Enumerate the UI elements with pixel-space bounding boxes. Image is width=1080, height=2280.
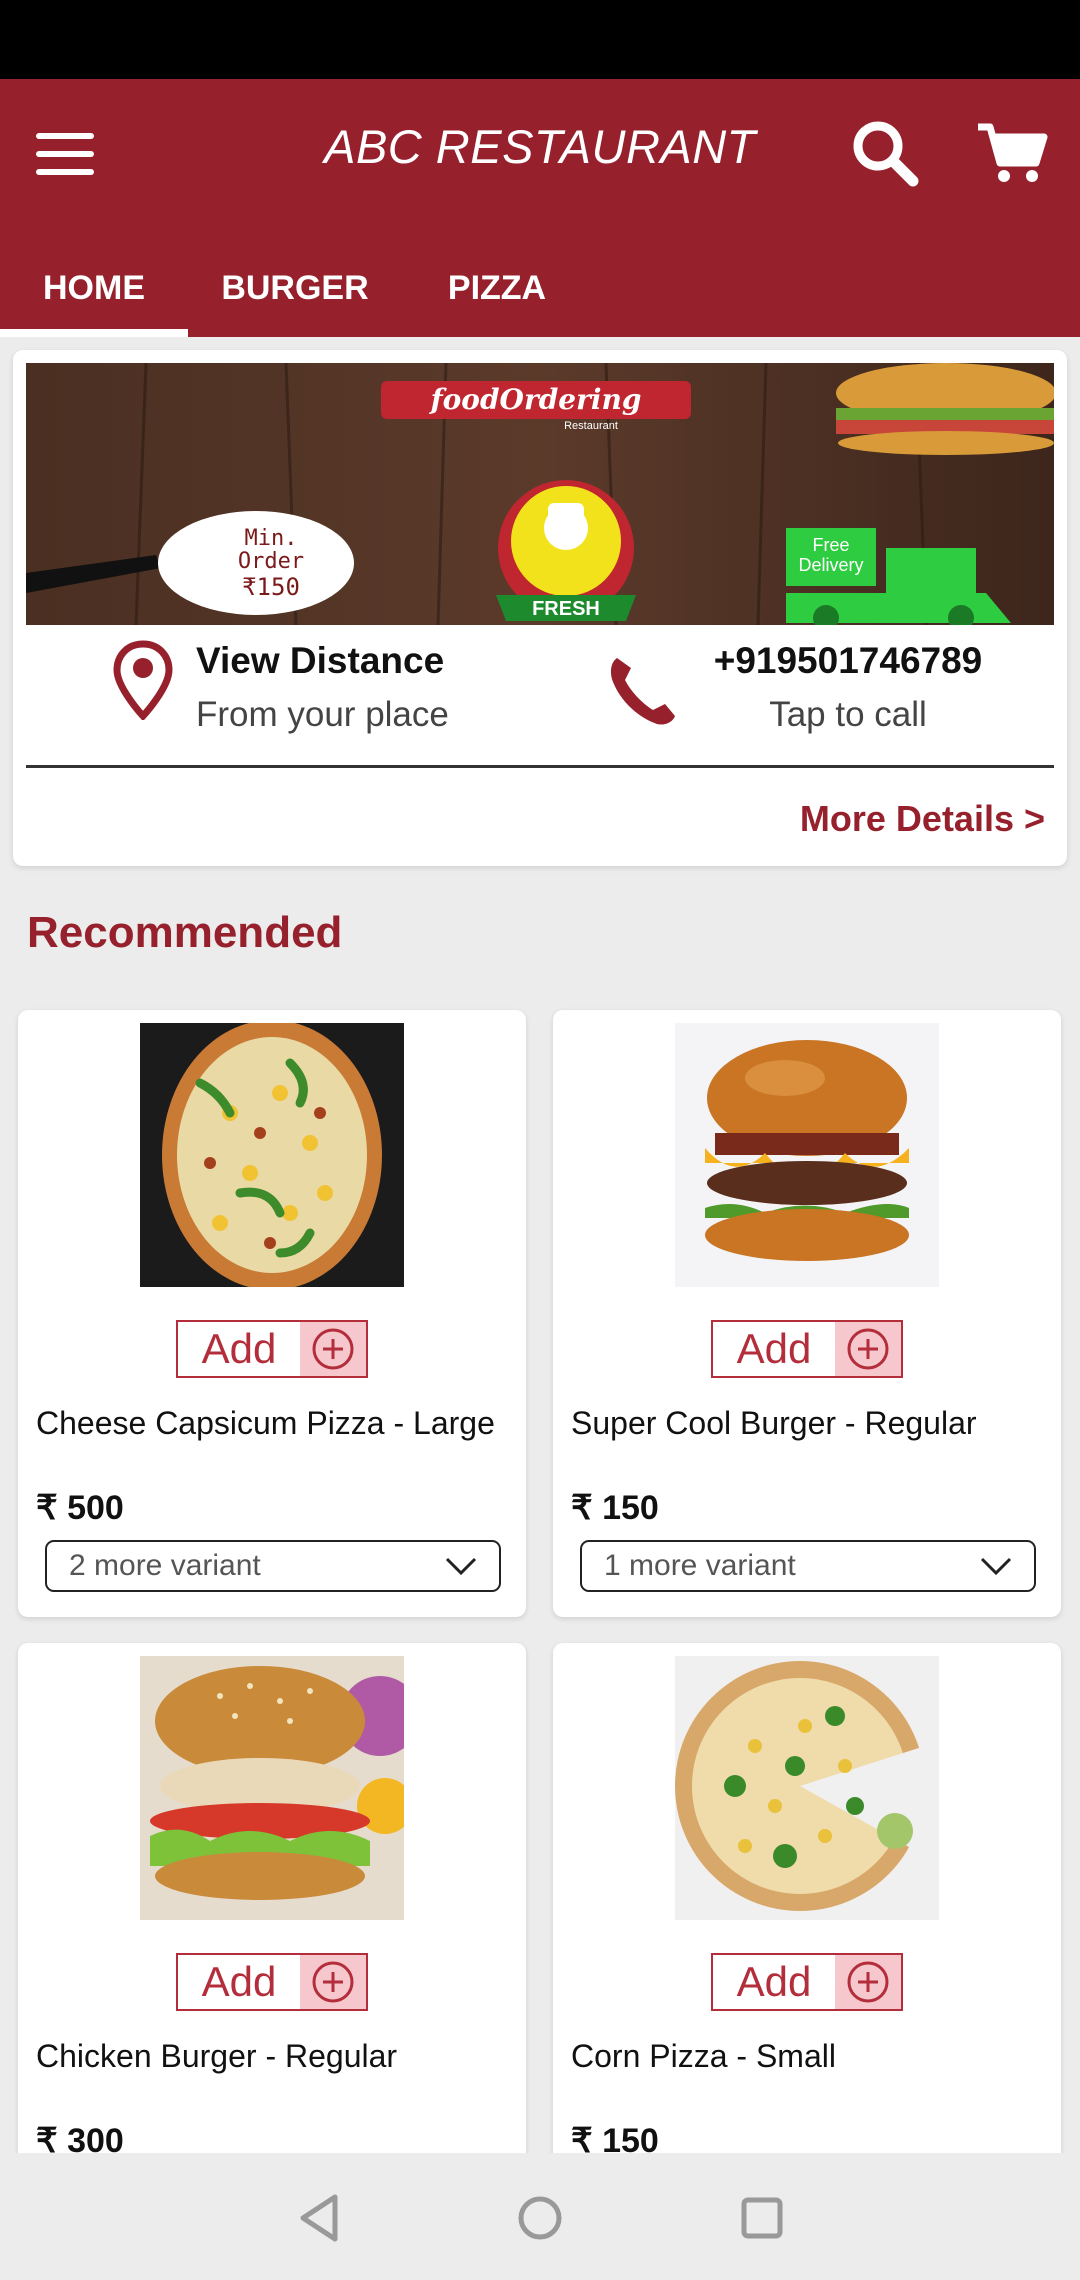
product-image-pizza[interactable] xyxy=(140,1020,404,1290)
tap-to-call-label: Tap to call xyxy=(769,695,927,734)
recents-square-icon[interactable] xyxy=(727,2183,797,2253)
system-navigation-bar xyxy=(0,2153,1080,2280)
product-price: ₹ 500 xyxy=(36,1489,124,1527)
phone-icon[interactable] xyxy=(603,650,683,730)
delivery-line1: Free xyxy=(812,535,849,555)
add-label: Add xyxy=(201,1325,277,1372)
variant-label: 1 more variant xyxy=(604,1549,796,1582)
min-order-line2: Order xyxy=(238,549,304,574)
variant-dropdown[interactable]: 2 more variant xyxy=(45,1540,501,1592)
product-image-corn-pizza[interactable] xyxy=(675,1656,939,1920)
chevron-down-icon xyxy=(980,1557,1012,1576)
product-name: Chicken Burger - Regular xyxy=(36,2038,398,2074)
product-name: Corn Pizza - Small xyxy=(571,2038,836,2074)
view-distance-title[interactable]: View Distance xyxy=(196,640,444,682)
variant-dropdown[interactable]: 1 more variant xyxy=(580,1540,1036,1592)
more-details-link[interactable]: More Details > xyxy=(800,798,1045,840)
product-name: Cheese Capsicum Pizza - Large xyxy=(36,1405,495,1441)
add-to-cart-button[interactable]: Add xyxy=(176,1953,368,2011)
chevron-down-icon xyxy=(445,1557,477,1576)
search-icon[interactable] xyxy=(845,113,925,193)
plus-circle-icon xyxy=(300,1322,366,1376)
tab-home[interactable]: HOME xyxy=(0,239,188,337)
phone-number[interactable]: +919501746789 xyxy=(683,640,1013,682)
min-order-line1: Min. xyxy=(245,526,298,551)
restaurant-info-card: foodOrdering Restaurant Min. Order ₹150 … xyxy=(13,350,1067,866)
product-price: ₹ 150 xyxy=(571,1489,659,1527)
plus-circle-icon xyxy=(835,1322,901,1376)
view-distance-subtitle: From your place xyxy=(196,695,449,734)
plus-circle-icon xyxy=(835,1955,901,2009)
banner-logo-subtext: Restaurant xyxy=(564,420,618,432)
location-pin-icon[interactable] xyxy=(113,640,173,722)
back-triangle-icon[interactable] xyxy=(285,2183,355,2253)
product-card[interactable]: Add Super Cool Burger - Regular ₹ 150 1 … xyxy=(553,1010,1061,1617)
min-order-amount: ₹150 xyxy=(242,573,300,601)
add-label: Add xyxy=(736,1325,812,1372)
add-to-cart-button[interactable]: Add xyxy=(711,1953,903,2011)
plus-circle-icon xyxy=(300,1955,366,2009)
recommended-heading: Recommended xyxy=(27,908,343,957)
tab-burger[interactable]: BURGER xyxy=(188,239,402,337)
add-label: Add xyxy=(201,1958,277,2005)
variant-label: 2 more variant xyxy=(69,1549,261,1582)
card-divider xyxy=(26,765,1054,768)
app-bar: ABC RESTAURANT HOME BURGER PIZZA xyxy=(0,79,1080,337)
delivery-line2: Delivery xyxy=(798,555,863,575)
shopping-cart-icon[interactable] xyxy=(972,113,1052,193)
tab-indicator xyxy=(0,329,188,337)
add-label: Add xyxy=(736,1958,812,2005)
banner-logo-text: foodOrdering xyxy=(429,383,642,416)
tab-pizza[interactable]: PIZZA xyxy=(402,239,592,337)
add-to-cart-button[interactable]: Add xyxy=(176,1320,368,1378)
home-circle-icon[interactable] xyxy=(505,2183,575,2253)
product-image-chicken-burger[interactable] xyxy=(140,1656,420,1920)
add-to-cart-button[interactable]: Add xyxy=(711,1320,903,1378)
product-name: Super Cool Burger - Regular xyxy=(571,1405,977,1441)
product-card[interactable]: Add Cheese Capsicum Pizza - Large ₹ 500 … xyxy=(18,1010,526,1617)
product-image-burger[interactable] xyxy=(675,1023,939,1287)
tab-bar: HOME BURGER PIZZA xyxy=(0,239,1080,337)
status-bar xyxy=(0,0,1080,79)
fresh-badge-label: FRESH xyxy=(532,598,600,620)
promo-banner: foodOrdering Restaurant Min. Order ₹150 … xyxy=(26,363,1054,625)
